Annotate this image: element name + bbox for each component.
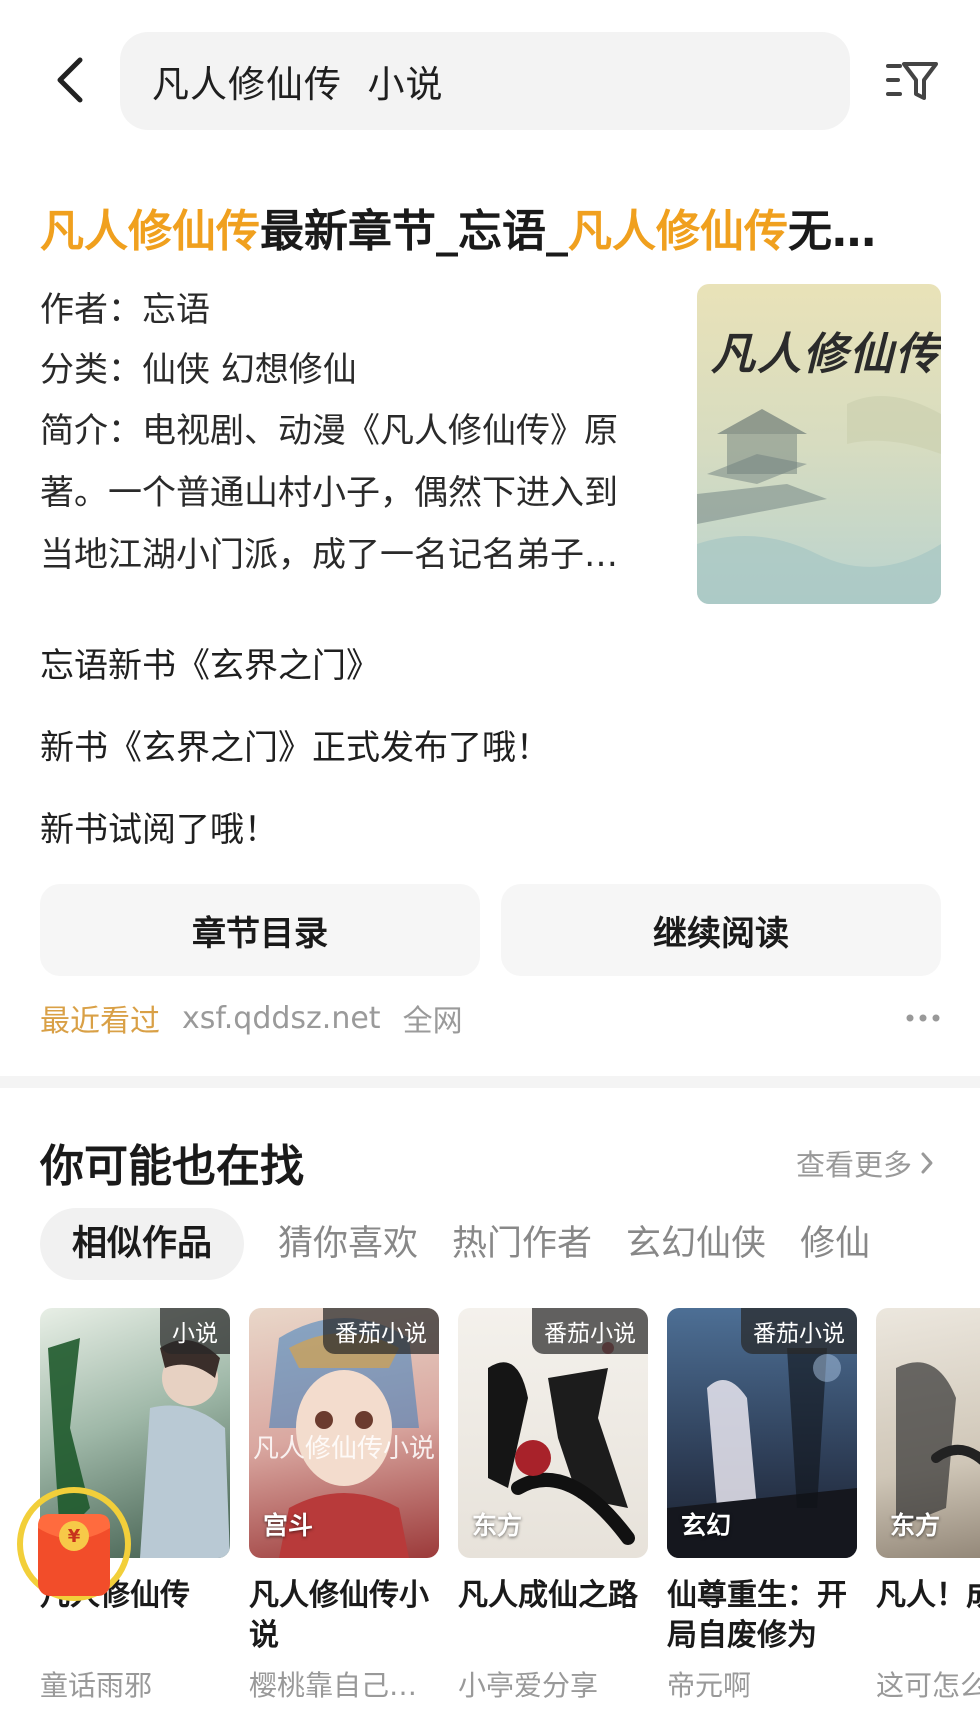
news-line[interactable]: 忘语新书《玄界之门》 (40, 638, 380, 687)
category-line: 分类：仙侠 幻想修仙 (40, 350, 357, 390)
genre-label: 东方 (890, 1511, 941, 1540)
book-card-cover: 番茄小说 玄幻 (667, 1308, 857, 1558)
filter-icon (886, 62, 938, 100)
title-highlight: 凡人修仙传 (568, 206, 788, 257)
source-badge: 番茄小说 (741, 1308, 857, 1354)
back-button[interactable] (44, 52, 94, 108)
book-title: 凡人修仙传小说 (249, 1578, 429, 1653)
book-title: 凡人成仙之路 (458, 1578, 638, 1613)
book-card[interactable]: 番茄小说 玄幻 仙尊重生：开局自废修为 帝元啊 (667, 1308, 857, 1704)
book-info: 作者：忘语 分类：仙侠 幻想修仙 简介：电视剧、动漫《凡人修仙传》原著。一个普通… (40, 280, 640, 586)
chapter-catalog-button[interactable]: 章节目录 (40, 884, 480, 976)
continue-reading-button[interactable]: 继续阅读 (501, 884, 941, 976)
source-badge: 小说 (160, 1308, 230, 1354)
genre-label: 宫斗 (263, 1511, 314, 1540)
more-dots-icon (906, 1014, 940, 1022)
genre-label: 玄幻 (681, 1511, 732, 1540)
book-author: 樱桃靠自己… (249, 1669, 418, 1702)
book-cover[interactable]: 凡人修仙传 (697, 284, 941, 604)
news-line[interactable]: 新书《玄界之门》正式发布了哦！ (40, 720, 550, 769)
source-badge: 番茄小说 (323, 1308, 439, 1354)
section-divider (0, 1076, 980, 1088)
category-tabs: 相似作品 猜你喜欢 热门作者 玄幻仙侠 修仙 (40, 1208, 980, 1280)
book-title: 凡人！成仙 (876, 1578, 980, 1613)
svg-text:¥: ¥ (68, 1526, 81, 1547)
source-all-web[interactable]: 全网 (403, 996, 463, 1040)
genre-label: 东方 (472, 1511, 523, 1540)
book-card[interactable]: 凡人修仙传小说 番茄小说 宫斗 凡人修仙传小说 樱桃靠自己… (249, 1308, 439, 1704)
chevron-right-icon (921, 1152, 933, 1174)
book-card-cover: 番茄小说 东方 (458, 1308, 648, 1558)
red-envelope-icon: ¥ (17, 1487, 131, 1601)
see-more-label: 查看更多 (795, 1148, 912, 1182)
search-query: 凡人修仙传 小说 (152, 63, 444, 106)
book-author: 童话雨邪 (40, 1669, 153, 1702)
section-title: 你可能也在找 (40, 1141, 304, 1192)
book-title: 仙尊重生：开局自废修为 (667, 1578, 847, 1653)
book-card[interactable]: 番茄小说 东方 凡人成仙之路 小亭爱分享 (458, 1308, 648, 1704)
filter-button[interactable] (884, 54, 940, 106)
tab-popular-authors[interactable]: 热门作者 (452, 1208, 592, 1280)
book-author: 这可怎么 (876, 1669, 980, 1702)
result-title-link[interactable]: 凡人修仙传最新章节_忘语_凡人修仙传无… (40, 200, 940, 264)
book-author: 帝元啊 (667, 1669, 752, 1702)
book-card-cover: 凡人修仙传小说 番茄小说 宫斗 (249, 1308, 439, 1558)
news-line[interactable]: 新书试阅了哦！ (40, 802, 278, 851)
more-options-button[interactable] (906, 996, 940, 1040)
cover-title-text: 凡人修仙传 (711, 329, 941, 380)
author-line: 作者：忘语 (40, 290, 210, 330)
recently-viewed-label: 最近看过 (40, 1004, 160, 1039)
tab-guess-you-like[interactable]: 猜你喜欢 (278, 1208, 418, 1280)
tab-cultivation[interactable]: 修仙 (800, 1208, 870, 1280)
top-bar: 凡人修仙传 小说 (0, 30, 980, 130)
red-packet-float-button[interactable]: ¥ (14, 1484, 134, 1604)
chevron-left-icon (57, 57, 83, 103)
title-text: 无… (788, 206, 876, 257)
source-badge: 番茄小说 (532, 1308, 648, 1354)
book-card-cover: 番茄 东方 (876, 1308, 980, 1558)
cover-overlay-text: 凡人修仙传小说 (252, 1434, 435, 1464)
see-more-link[interactable]: 查看更多 (796, 1142, 936, 1184)
title-highlight: 凡人修仙传 (40, 206, 260, 257)
book-carousel: 小说 凡人修仙传 童话雨邪 凡人修仙传小说 番茄小说 宫斗 凡人修仙传小说 樱桃… (40, 1308, 980, 1708)
book-author: 小亭爱分享 (458, 1669, 599, 1702)
tab-fantasy-xianxia[interactable]: 玄幻仙侠 (626, 1208, 766, 1280)
title-text: 最新章节_忘语_ (260, 206, 568, 257)
search-input[interactable]: 凡人修仙传 小说 (120, 32, 850, 130)
description: 简介：电视剧、动漫《凡人修仙传》原著。一个普通山村小子，偶然下进入到当地江湖小门… (40, 411, 618, 575)
source-site[interactable]: xsf.qddsz.net (182, 1001, 381, 1036)
tab-similar-works[interactable]: 相似作品 (40, 1208, 245, 1280)
source-row: 最近看过 xsf.qddsz.net 全网 (40, 996, 940, 1040)
book-card[interactable]: 番茄 东方 凡人！成仙 这可怎么 (876, 1308, 980, 1704)
